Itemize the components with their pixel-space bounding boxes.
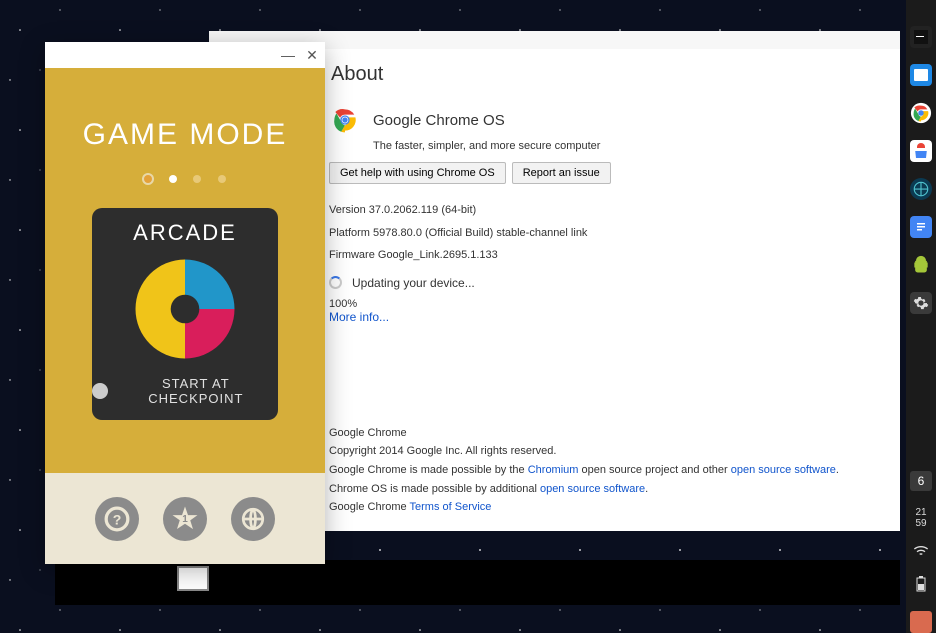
user-avatar[interactable] xyxy=(910,611,932,633)
close-button[interactable]: ✕ xyxy=(305,48,319,62)
spinner-icon xyxy=(329,276,342,289)
minimize-button[interactable]: — xyxy=(281,48,295,62)
more-info-link[interactable]: More info... xyxy=(329,310,880,324)
window-thumbnail-bar xyxy=(55,560,900,605)
start-checkpoint-button[interactable]: START AT CHECKPOINT xyxy=(92,376,278,406)
game-mode-title: GAME MODE xyxy=(45,118,325,152)
page-title: About xyxy=(331,63,880,86)
settings-app-icon[interactable] xyxy=(910,292,932,314)
dot-3[interactable] xyxy=(193,175,201,183)
product-name: Google Chrome OS xyxy=(373,112,505,129)
arcade-label: ARCADE xyxy=(92,220,278,246)
game-window: — ✕ GAME MODE ARCADE xyxy=(45,42,325,564)
chromium-link[interactable]: Chromium xyxy=(528,464,579,476)
oss-link-2[interactable]: open source software xyxy=(540,483,645,495)
wifi-icon[interactable] xyxy=(913,545,929,560)
chrome-icon xyxy=(329,104,361,136)
copyright-text: Copyright 2014 Google Inc. All rights re… xyxy=(329,442,880,461)
window-thumbnail[interactable] xyxy=(177,566,209,591)
update-percent: 100% xyxy=(329,298,880,310)
android-app-icon[interactable] xyxy=(910,254,932,276)
notification-count-badge[interactable]: 6 xyxy=(910,471,932,491)
globe-app-icon[interactable] xyxy=(910,178,932,200)
dot-2[interactable] xyxy=(169,175,177,183)
svg-text:?: ? xyxy=(113,511,122,527)
oss-link-1[interactable]: open source software xyxy=(731,464,836,476)
arcade-card[interactable]: ARCADE START AT CHECKPOINT xyxy=(92,208,278,420)
update-status: Updating your device... xyxy=(352,276,475,290)
docs-app-icon[interactable] xyxy=(910,216,932,238)
about-footer: Google Chrome Copyright 2014 Google Inc.… xyxy=(329,424,880,517)
system-dock: 6 21 59 xyxy=(906,0,936,633)
battery-icon[interactable] xyxy=(916,576,926,595)
svg-text:1: 1 xyxy=(182,514,188,525)
page-dots xyxy=(45,170,325,188)
dot-4[interactable] xyxy=(218,175,226,183)
files-app-icon[interactable] xyxy=(910,64,932,86)
color-wheel-icon xyxy=(130,254,240,364)
chrome-app-icon[interactable] xyxy=(910,102,932,124)
product-tagline: The faster, simpler, and more secure com… xyxy=(373,140,880,152)
help-button[interactable]: Get help with using Chrome OS xyxy=(329,162,506,184)
firmware-text: Firmware Google_Link.2695.1.133 xyxy=(329,247,880,264)
clock[interactable]: 21 59 xyxy=(915,507,926,529)
game-titlebar: — ✕ xyxy=(45,42,325,68)
checkpoint-dot-icon xyxy=(92,383,108,399)
version-text: Version 37.0.2062.119 (64-bit) xyxy=(329,202,880,219)
tos-link[interactable]: Terms of Service xyxy=(410,501,492,513)
help-circle-button[interactable]: ? xyxy=(95,497,139,541)
star-circle-button[interactable]: 1 xyxy=(163,497,207,541)
globe-circle-button[interactable] xyxy=(231,497,275,541)
footer-product: Google Chrome xyxy=(329,424,880,443)
webstore-app-icon[interactable] xyxy=(910,140,932,162)
report-issue-button[interactable]: Report an issue xyxy=(512,162,611,184)
dot-1[interactable] xyxy=(144,175,152,183)
platform-text: Platform 5978.80.0 (Official Build) stab… xyxy=(329,225,880,242)
terminal-app-icon[interactable] xyxy=(910,26,932,48)
